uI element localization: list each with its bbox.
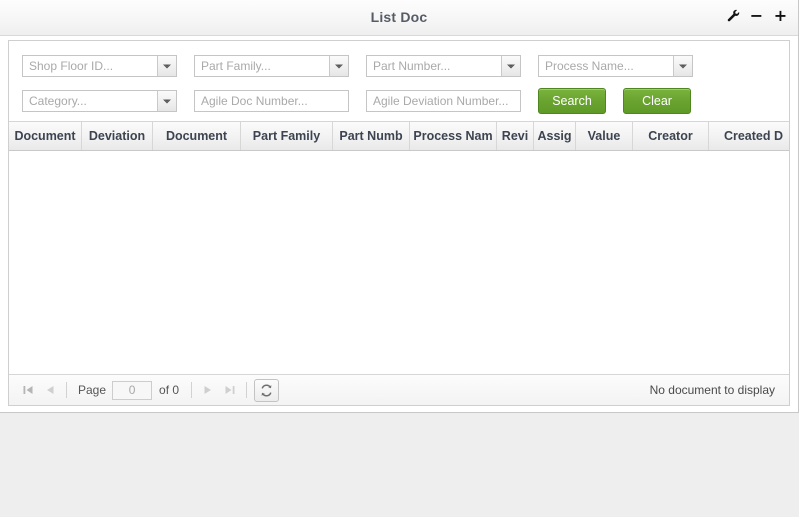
filter-row-2: Category... Search Clear <box>22 88 691 114</box>
clear-button[interactable]: Clear <box>623 88 691 114</box>
pager-divider-3 <box>246 382 248 398</box>
grid-header-row: Document Deviation Document Part Family … <box>9 122 789 151</box>
wrench-icon[interactable] <box>725 8 740 24</box>
agile-doc-number-input[interactable] <box>194 90 349 112</box>
column-header-document[interactable]: Document <box>9 122 82 150</box>
category-select[interactable]: Category... <box>22 90 177 112</box>
pager-divider-1 <box>66 382 67 398</box>
column-header-assignee[interactable]: Assig <box>534 122 576 150</box>
chevron-down-icon <box>157 91 176 111</box>
chevron-down-icon <box>673 56 692 76</box>
last-page-icon[interactable] <box>219 380 241 400</box>
refresh-icon[interactable] <box>254 378 280 402</box>
shop-floor-id-select[interactable]: Shop Floor ID... <box>22 55 177 77</box>
filter-area: Shop Floor ID... Part Family... Part Num… <box>9 41 789 122</box>
process-name-select[interactable]: Process Name... <box>538 55 693 77</box>
chevron-down-icon <box>501 56 520 76</box>
column-header-part-family[interactable]: Part Family <box>241 122 333 150</box>
part-family-select[interactable]: Part Family... <box>194 55 349 77</box>
agile-deviation-number-input[interactable] <box>366 90 521 112</box>
column-header-deviation[interactable]: Deviation <box>82 122 153 150</box>
maximize-icon[interactable]: + <box>773 8 788 24</box>
list-doc-window: List Doc − + Shop Floor ID... Part Famil… <box>0 0 799 413</box>
search-button[interactable]: Search <box>538 88 606 114</box>
column-header-document-2[interactable]: Document <box>153 122 241 150</box>
grid-status-text: No document to display <box>649 383 775 397</box>
next-page-icon[interactable] <box>197 380 219 400</box>
part-number-select[interactable]: Part Number... <box>366 55 521 77</box>
part-family-value: Part Family... <box>201 59 271 73</box>
column-header-revision[interactable]: Revi <box>497 122 534 150</box>
first-page-icon[interactable] <box>17 380 39 400</box>
documents-grid: Document Deviation Document Part Family … <box>9 122 789 374</box>
window-tools: − + <box>725 8 788 24</box>
chevron-down-icon <box>329 56 348 76</box>
list-doc-panel: Shop Floor ID... Part Family... Part Num… <box>8 40 790 406</box>
shop-floor-id-value: Shop Floor ID... <box>29 59 114 73</box>
maximize-glyph: + <box>773 6 788 25</box>
grid-pager: Page of 0 <box>9 374 789 405</box>
page-number-input[interactable] <box>112 380 153 400</box>
page-count-label: of 0 <box>159 383 180 397</box>
minimize-icon[interactable]: − <box>749 8 764 24</box>
column-header-process-name[interactable]: Process Nam <box>410 122 497 150</box>
grid-body <box>9 151 789 374</box>
page-title: List Doc <box>370 9 428 25</box>
filter-row-1: Shop Floor ID... Part Family... Part Num… <box>22 55 693 77</box>
column-header-created-date[interactable]: Created D <box>709 122 789 150</box>
column-header-creator[interactable]: Creator <box>633 122 709 150</box>
pager-divider-2 <box>191 382 193 398</box>
page-label: Page <box>78 383 107 397</box>
process-name-value: Process Name... <box>545 59 634 73</box>
chevron-down-icon <box>157 56 176 76</box>
part-number-value: Part Number... <box>373 59 451 73</box>
minimize-glyph: − <box>749 6 764 25</box>
column-header-value[interactable]: Value <box>576 122 633 150</box>
previous-page-icon[interactable] <box>39 380 61 400</box>
window-titlebar: List Doc − + <box>0 0 798 36</box>
category-value: Category... <box>29 94 87 108</box>
column-header-part-number[interactable]: Part Numb <box>333 122 410 150</box>
